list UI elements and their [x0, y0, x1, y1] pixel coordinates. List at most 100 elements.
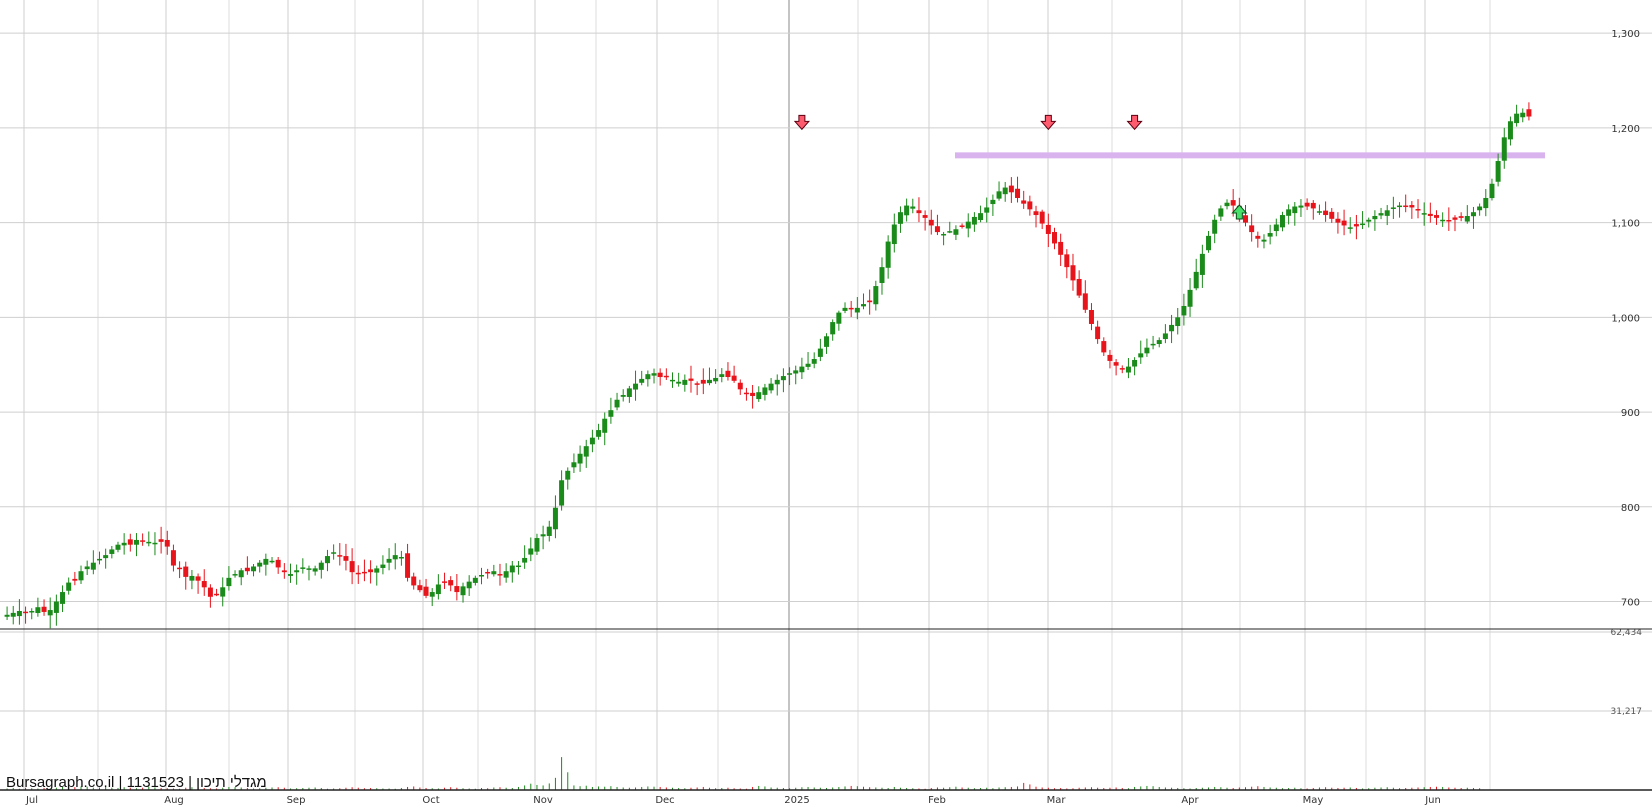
candle-body: [1243, 215, 1248, 223]
candle-body: [1366, 219, 1372, 222]
candle-body: [1033, 211, 1039, 216]
candle-body: [1341, 220, 1347, 226]
candle-body: [1372, 215, 1378, 220]
candle-body: [657, 372, 663, 378]
candle-body: [1132, 359, 1138, 367]
grid-lines: [0, 0, 1652, 790]
candle-body: [226, 577, 232, 587]
date-tick-label: Dec: [655, 795, 674, 806]
candle-body: [405, 553, 411, 578]
candle-body: [1304, 202, 1310, 207]
candle-body: [1199, 253, 1205, 275]
candle-body: [183, 566, 189, 577]
candle-body: [670, 379, 675, 382]
candle-body: [429, 592, 435, 597]
candle-body: [275, 559, 281, 568]
candle-body: [663, 375, 669, 378]
candle-body: [676, 381, 682, 384]
candle-body: [189, 575, 195, 581]
candle-body: [263, 558, 269, 565]
candle-body: [1440, 219, 1446, 222]
candle-body: [164, 539, 170, 547]
candle-body: [750, 392, 756, 396]
candle-body: [380, 564, 386, 568]
candle-body: [503, 571, 509, 578]
candle-body: [398, 557, 404, 559]
candle-body: [1397, 205, 1403, 208]
candle-body: [534, 538, 540, 552]
price-candles: [4, 102, 1532, 629]
candle-body: [971, 216, 977, 225]
candle-body: [417, 585, 423, 591]
candle-body: [1156, 340, 1162, 344]
candle-body: [497, 574, 503, 576]
candle-body: [1267, 233, 1273, 237]
signal-arrows: [793, 114, 1248, 220]
candle-body: [719, 374, 725, 377]
candle-body: [460, 586, 466, 596]
candle-body: [318, 562, 324, 570]
candle-body: [1015, 188, 1021, 198]
candle-body: [688, 378, 694, 381]
candle-body: [1218, 208, 1224, 217]
candle-body: [1101, 341, 1107, 353]
candle-body: [109, 549, 115, 554]
candle-body: [1378, 213, 1384, 216]
candle-body: [1076, 278, 1082, 296]
candle-body: [281, 570, 287, 573]
candle-body: [885, 241, 891, 268]
candle-body: [1212, 219, 1218, 234]
candle-body: [978, 213, 984, 221]
candle-body: [793, 370, 799, 374]
candle-body: [602, 418, 608, 433]
candle-body: [1002, 187, 1008, 195]
candle-body: [1162, 333, 1168, 340]
candle-body: [201, 581, 207, 588]
candle-body: [947, 231, 953, 233]
candle-body: [626, 388, 632, 397]
down-arrow-icon: [1040, 114, 1057, 131]
candle-body: [867, 300, 873, 303]
candle-body: [583, 446, 589, 457]
candle-body: [1138, 353, 1144, 358]
candle-body: [29, 611, 35, 613]
candle-body: [1255, 235, 1261, 239]
candle-body: [10, 612, 16, 617]
candle-body: [700, 379, 706, 384]
candle-body: [1421, 213, 1427, 215]
candle-body: [60, 592, 66, 604]
candle-body: [1088, 309, 1094, 324]
candle-body: [891, 224, 897, 245]
candle-body: [257, 562, 263, 567]
candle-body: [158, 539, 164, 542]
candle-body: [472, 577, 478, 583]
candle-body: [4, 614, 10, 617]
candle-body: [1520, 112, 1526, 118]
candle-body: [848, 307, 854, 310]
candle-body: [1187, 289, 1193, 307]
candle-body: [232, 574, 238, 576]
candle-body: [731, 375, 737, 381]
candle-body: [411, 576, 417, 586]
candle-body: [768, 383, 774, 391]
candle-body: [331, 552, 337, 554]
candle-body: [965, 221, 971, 229]
candle-body: [1045, 224, 1051, 234]
candle-body: [1495, 161, 1501, 182]
candle-body: [1052, 232, 1057, 244]
candle-body: [1452, 217, 1458, 220]
candle-body: [337, 555, 343, 557]
candle-body: [546, 526, 552, 536]
candle-body: [1335, 218, 1341, 223]
candle-body: [651, 373, 657, 376]
candle-body: [1347, 227, 1353, 229]
candle-body: [762, 387, 768, 395]
candle-body: [53, 601, 59, 613]
candle-body: [910, 206, 916, 209]
candle-body: [133, 539, 139, 545]
candle-body: [1064, 254, 1070, 268]
candle-body: [300, 567, 306, 569]
candle-body: [953, 229, 959, 235]
price-tick-label: 700: [1621, 598, 1640, 609]
candle-body: [1501, 137, 1507, 161]
